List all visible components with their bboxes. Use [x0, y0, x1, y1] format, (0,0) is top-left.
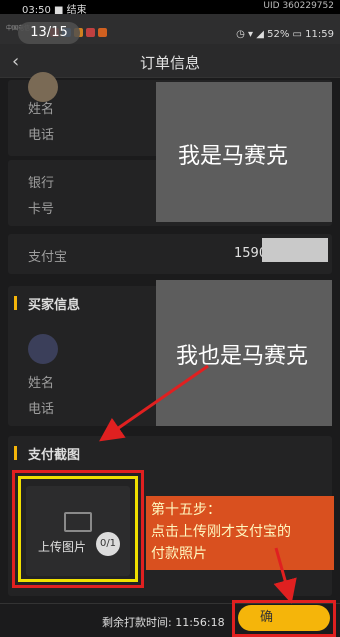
- seller-mosaic: 我是马赛克: [156, 82, 332, 222]
- image-counter: 13/15: [18, 22, 80, 44]
- image-placeholder-icon: [64, 512, 92, 532]
- buyer-section-title: 买家信息: [28, 298, 81, 313]
- app-icon: [86, 28, 95, 37]
- section-accent-bar: [14, 446, 17, 460]
- callout-line: 第十五步：: [151, 502, 221, 518]
- page-title: 订单信息: [139, 54, 200, 72]
- payment-section-title: 支付截图: [28, 448, 81, 463]
- callout-line: 点击上传刚才支付宝的: [151, 524, 291, 540]
- status-right: ◷ ▾ ◢ 52% ▭ 11:59: [236, 29, 334, 40]
- tutorial-callout: 第十五步： 点击上传刚才支付宝的 付款照片: [146, 496, 334, 570]
- uid-label: UID 360229752: [263, 1, 334, 11]
- seller-phone-label: 电话: [28, 128, 55, 143]
- confirm-button[interactable]: 确: [238, 605, 330, 631]
- seller-mosaic-text: 我是马赛克: [178, 144, 289, 169]
- clock-label: 11:59: [305, 29, 334, 40]
- section-accent-bar: [14, 296, 17, 310]
- alipay-masked: [262, 238, 328, 262]
- battery-label: 52%: [267, 29, 290, 40]
- upload-label: 上传图片: [38, 540, 87, 554]
- countdown: 剩余打款时间: 11:56:18: [102, 616, 225, 629]
- app-icon: [98, 28, 107, 37]
- upload-count-badge: 0/1: [96, 532, 120, 556]
- buyer-mosaic-text: 我也是马赛克: [176, 344, 309, 369]
- buyer-mosaic: 我也是马赛克: [156, 280, 332, 426]
- buyer-avatar: [28, 334, 58, 364]
- bank-label: 银行: [28, 176, 55, 191]
- card-number-label: 卡号: [28, 202, 55, 217]
- seller-name-label: 姓名: [28, 102, 55, 117]
- callout-line: 付款照片: [151, 546, 207, 562]
- recording-bar: 03:50 ■ 结束 UID 360229752: [0, 0, 340, 16]
- buyer-phone-label: 电话: [28, 402, 55, 417]
- alipay-label: 支付宝: [28, 250, 68, 265]
- upload-image-button[interactable]: 上传图片 0/1: [26, 486, 130, 576]
- buyer-name-label: 姓名: [28, 376, 55, 391]
- nav-bar: ‹ 订单信息: [0, 44, 340, 78]
